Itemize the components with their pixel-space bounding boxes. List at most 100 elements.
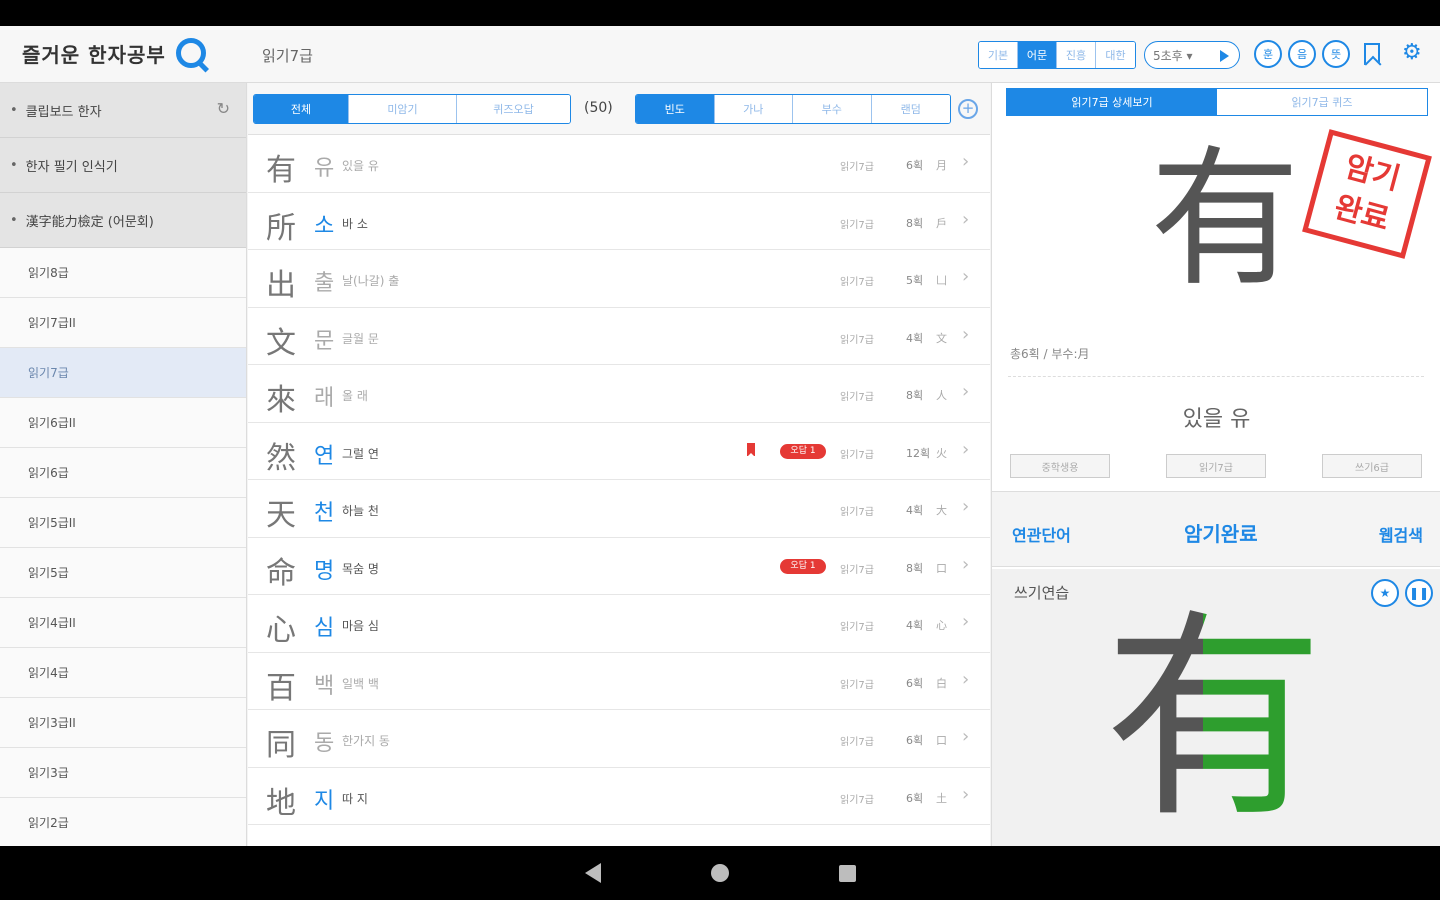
level-label: 읽기7급 [840,679,874,691]
sort-tabs: 빈도 가나 부수 랜덤 [635,94,951,124]
chevron-right-icon: › [962,208,970,230]
stroke-order-play-icon[interactable]: ★ [1371,579,1399,607]
sidebar-item-level[interactable]: 읽기6급 [0,448,246,498]
chevron-right-icon: › [962,783,970,805]
list-item[interactable]: 同 동 한가지 동 읽기7급 6획 口 › [248,710,990,768]
level-label: 읽기7급 [840,737,874,748]
sidebar-item-level[interactable]: 읽기5급 [0,548,246,598]
back-icon[interactable] [584,863,601,883]
tab-detail[interactable]: 읽기7급 상세보기 [1007,89,1217,115]
header: 즐거운 한자공부 읽기7급 기본 어문 진흥 대한 5초후 ▾ 훈 음 뜻 ⚙ [0,26,1440,83]
wrong-answer-badge: 오답 1 [780,558,826,574]
sidebar-item-level[interactable]: 읽기5급II [0,498,246,548]
radical: 大 [936,504,947,517]
stroke-count: 4획 [906,619,924,632]
sort-tab-alphabetical[interactable]: 가나 [714,95,793,123]
tag-read-level: 읽기7급 [1166,454,1266,478]
mode-tab-daehan[interactable]: 대한 [1096,42,1135,68]
sidebar-group-eomun[interactable]: 漢字能力檢定 (어문회) [0,193,246,248]
hanja-char: 百 [266,670,296,706]
list-item[interactable]: 來래 올 래 읽기7급 8획 人 › [248,365,990,423]
divider [1008,376,1424,377]
web-search-button[interactable]: 웹검색 [1379,522,1423,546]
hanja-char: 有 [266,153,296,188]
meaning-toggle-button[interactable]: 뜻 [1322,40,1350,68]
chevron-right-icon: › [962,611,970,632]
tab-quiz[interactable]: 읽기7급 퀴즈 [1217,89,1427,115]
list-item[interactable]: 命 명 목숨 명 오답 1 읽기7급 8획 口 › [248,538,990,595]
detail-panel: 읽기7급 상세보기 읽기7급 퀴즈 有 암기 완료 총6획 / 부수:月 있을 유… [991,83,1440,846]
list-item[interactable]: 百 백 일백 백 읽기7급 6획 白 › [248,653,990,710]
sidebar-items: 읽기8급 읽기7급II 읽기7급 읽기6급II 읽기6급 읽기5급II 읽기5급 읽기4급II… [0,248,246,846]
gear-icon[interactable]: ⚙ [1402,42,1422,64]
filter-tab-all[interactable]: 전체 [254,95,349,123]
chevron-right-icon: › [962,151,970,172]
list-item[interactable]: 地지 따 지 읽기7급 6획 土 › [248,768,990,825]
list-item[interactable]: 文 문 글월 문 읽기7급 4획 文 › [248,308,990,365]
sidebar-group-clipboard[interactable]: 클립보드 한자 ↻ [0,83,246,138]
hanja-meaning: 바 소 [342,216,368,231]
filter-tab-quiz-wrong[interactable]: 퀴즈오답 [457,95,570,123]
speed-label: 5초후 ▾ [1153,48,1193,63]
recent-apps-icon[interactable] [838,864,856,882]
sort-tab-radical[interactable]: 부수 [793,95,872,123]
hanja-char: 來 [266,383,296,418]
home-icon[interactable] [710,864,729,882]
add-icon[interactable]: + [958,99,978,119]
list-item[interactable]: 心 심 마음 심 읽기7급 4획 心 › [248,595,990,653]
related-words-button[interactable]: 연관단어 [1012,522,1071,546]
wrong-answer-badge: 오답 1 [780,443,826,459]
sidebar-item-level[interactable]: 읽기6급II [0,398,246,448]
stroke-count: 6획 [906,734,924,747]
hanja-list: 有 유 있을 유 읽기7급 6획 月 › 所 소 바 소 읽기7급 8획 戶 › 出 출 날(나갈) 출 읽기7급… [248,135,990,825]
refresh-icon[interactable]: ↻ [217,99,230,118]
tag-middle-school: 중학생용 [1010,454,1110,478]
level-label: 읽기7급 [840,334,874,346]
hanja-sound: 명 [314,558,335,584]
sidebar-item-level[interactable]: 읽기3급 [0,748,246,798]
sidebar-group-handwriting[interactable]: 한자 필기 인식기 [0,138,246,193]
hanja-sound: 백 [314,673,335,699]
sidebar-item-level[interactable]: 읽기7급II [0,298,246,348]
hanja-sound: 문 [314,328,335,354]
autoplay-speed-select[interactable]: 5초후 ▾ [1144,41,1240,69]
list-item[interactable]: 天 천 하늘 천 읽기7급 4획 大 › [248,480,990,538]
play-icon[interactable] [1220,50,1229,62]
hanja-sound: 천 [314,501,335,526]
character-meaning: 있을 유 [1182,407,1251,432]
pause-icon[interactable]: ❚❚ [1405,579,1433,607]
bookmark-icon[interactable] [1364,43,1380,65]
list-item[interactable]: 有 유 있을 유 읽기7급 6획 月 › [248,135,990,193]
hanja-meaning: 날(나갈) 출 [342,274,400,288]
list-item[interactable]: 所소 바 소 읽기7급 8획 戶 › [248,193,990,250]
mode-tabs: 기본 어문 진흥 대한 [978,41,1136,69]
sort-tab-frequency[interactable]: 빈도 [636,95,715,123]
level-label: 읽기7급 [840,622,874,633]
stroke-count: 4획 [906,331,924,345]
mode-tab-basic[interactable]: 기본 [979,42,1018,68]
sidebar-item-level[interactable]: 읽기3급II [0,698,246,748]
list-item[interactable]: 出 출 날(나갈) 출 읽기7급 5획 凵 › [248,250,990,308]
app-window: 즐거운 한자공부 읽기7급 기본 어문 진흥 대한 5초후 ▾ 훈 음 뜻 ⚙ … [0,26,1440,846]
sidebar-item-level[interactable]: 읽기4급II [0,598,246,648]
sort-tab-random[interactable]: 랜덤 [871,95,950,123]
filter-tab-unmemorized[interactable]: 미암기 [349,95,457,123]
mode-tab-jinheung[interactable]: 진흥 [1057,42,1096,68]
sidebar-item-level[interactable]: 읽기8급 [0,248,246,298]
memorized-stamp: 암기 완료 [1302,129,1432,259]
page-title: 읽기7급 [262,47,313,65]
sidebar-item-level[interactable]: 읽기7급 [0,348,246,398]
radical: 文 [936,331,947,345]
level-label: 읽기7급 [840,794,874,806]
eum-toggle-button[interactable]: 음 [1288,40,1316,68]
memorized-toggle-button[interactable]: 암기완료 [1184,518,1258,547]
hanja-list-panel: 전체 미암기 퀴즈오답 (50) 빈도 가나 부수 랜덤 + 有 유 있을 유 읽기7… [248,83,990,846]
hun-toggle-button[interactable]: 훈 [1254,40,1282,68]
sidebar-item-level[interactable]: 읽기4급 [0,648,246,698]
radical: 人 [936,389,947,402]
sidebar-item-level[interactable]: 읽기2급 [0,798,246,846]
mode-tab-eomun[interactable]: 어문 [1018,42,1057,68]
list-item[interactable]: 然 연 그럴 연 오답 1 읽기7급 12획 火 › [248,423,990,480]
hanja-char: 心 [266,613,296,648]
radical: 口 [936,561,947,575]
